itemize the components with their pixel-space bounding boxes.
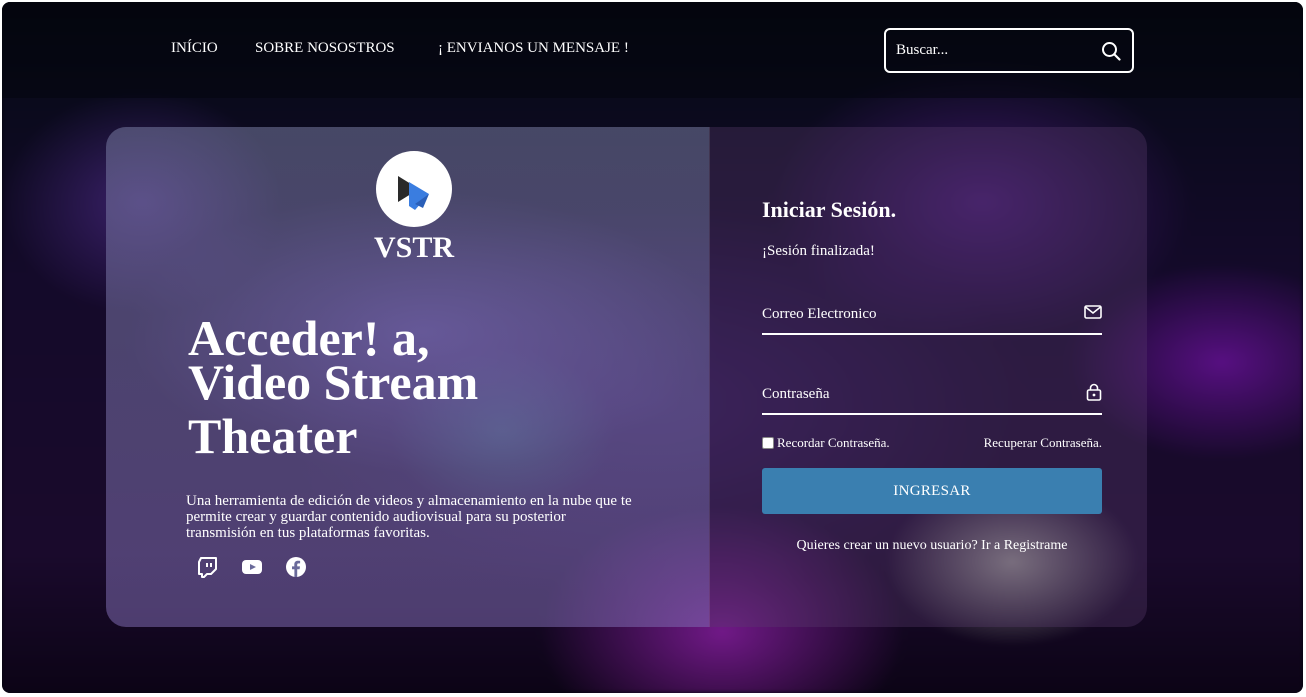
- twitch-icon[interactable]: [196, 555, 220, 579]
- social-links: [196, 555, 308, 579]
- recover-password-link[interactable]: Recuperar Contraseña.: [984, 435, 1102, 451]
- remember-checkbox[interactable]: [762, 437, 774, 449]
- page: INÍCIO SOBRE NOSOSTROS ¡ ENVIANOS UN MEN…: [2, 2, 1303, 693]
- remember-label: Recordar Contraseña.: [777, 435, 890, 450]
- remember-password[interactable]: Recordar Contraseña.: [762, 435, 890, 451]
- search-input[interactable]: [896, 42, 1100, 59]
- email-field: [762, 295, 1102, 335]
- facebook-icon[interactable]: [284, 555, 308, 579]
- headline-line-2: Video Stream: [188, 354, 479, 410]
- login-button[interactable]: INGRESAR: [762, 468, 1102, 514]
- login-options: Recordar Contraseña. Recuperar Contraseñ…: [762, 435, 1102, 451]
- nav-item-inicio[interactable]: INÍCIO: [171, 40, 218, 57]
- session-status-message: ¡Sesión finalizada!: [762, 243, 875, 259]
- search-icon[interactable]: [1100, 40, 1122, 62]
- login-card: VSTR Acceder! a, Video Stream Theater Un…: [106, 127, 1147, 627]
- email-input[interactable]: [762, 305, 1062, 323]
- headline-line-1: Acceder! a,: [188, 310, 430, 366]
- hero-description: Una herramienta de edición de videos y a…: [186, 493, 632, 541]
- login-panel: Iniciar Sesión. ¡Sesión finalizada! Reco…: [709, 127, 1147, 627]
- brand-name: VSTR: [373, 231, 455, 264]
- search-box: [884, 28, 1134, 73]
- play-icon: [376, 151, 452, 227]
- password-field: [762, 375, 1102, 415]
- nav-item-enviar-mensaje[interactable]: ¡ ENVIANOS UN MENSAJE !: [438, 40, 629, 57]
- hero-headline: Acceder! a, Video Stream Theater: [188, 310, 608, 464]
- password-input[interactable]: [762, 385, 1062, 403]
- intro-panel: VSTR Acceder! a, Video Stream Theater Un…: [106, 127, 709, 627]
- nav-item-sobre-nosotros[interactable]: SOBRE NOSOSTROS: [255, 40, 395, 57]
- top-navbar: INÍCIO SOBRE NOSOSTROS ¡ ENVIANOS UN MEN…: [2, 2, 1303, 98]
- mail-icon: [1084, 304, 1102, 325]
- youtube-icon[interactable]: [240, 555, 264, 579]
- headline-line-3: Theater: [188, 408, 358, 464]
- login-title: Iniciar Sesión.: [762, 197, 897, 222]
- register-link[interactable]: Quieres crear un nuevo usuario? Ir a Reg…: [762, 538, 1102, 554]
- lock-icon: [1086, 383, 1102, 406]
